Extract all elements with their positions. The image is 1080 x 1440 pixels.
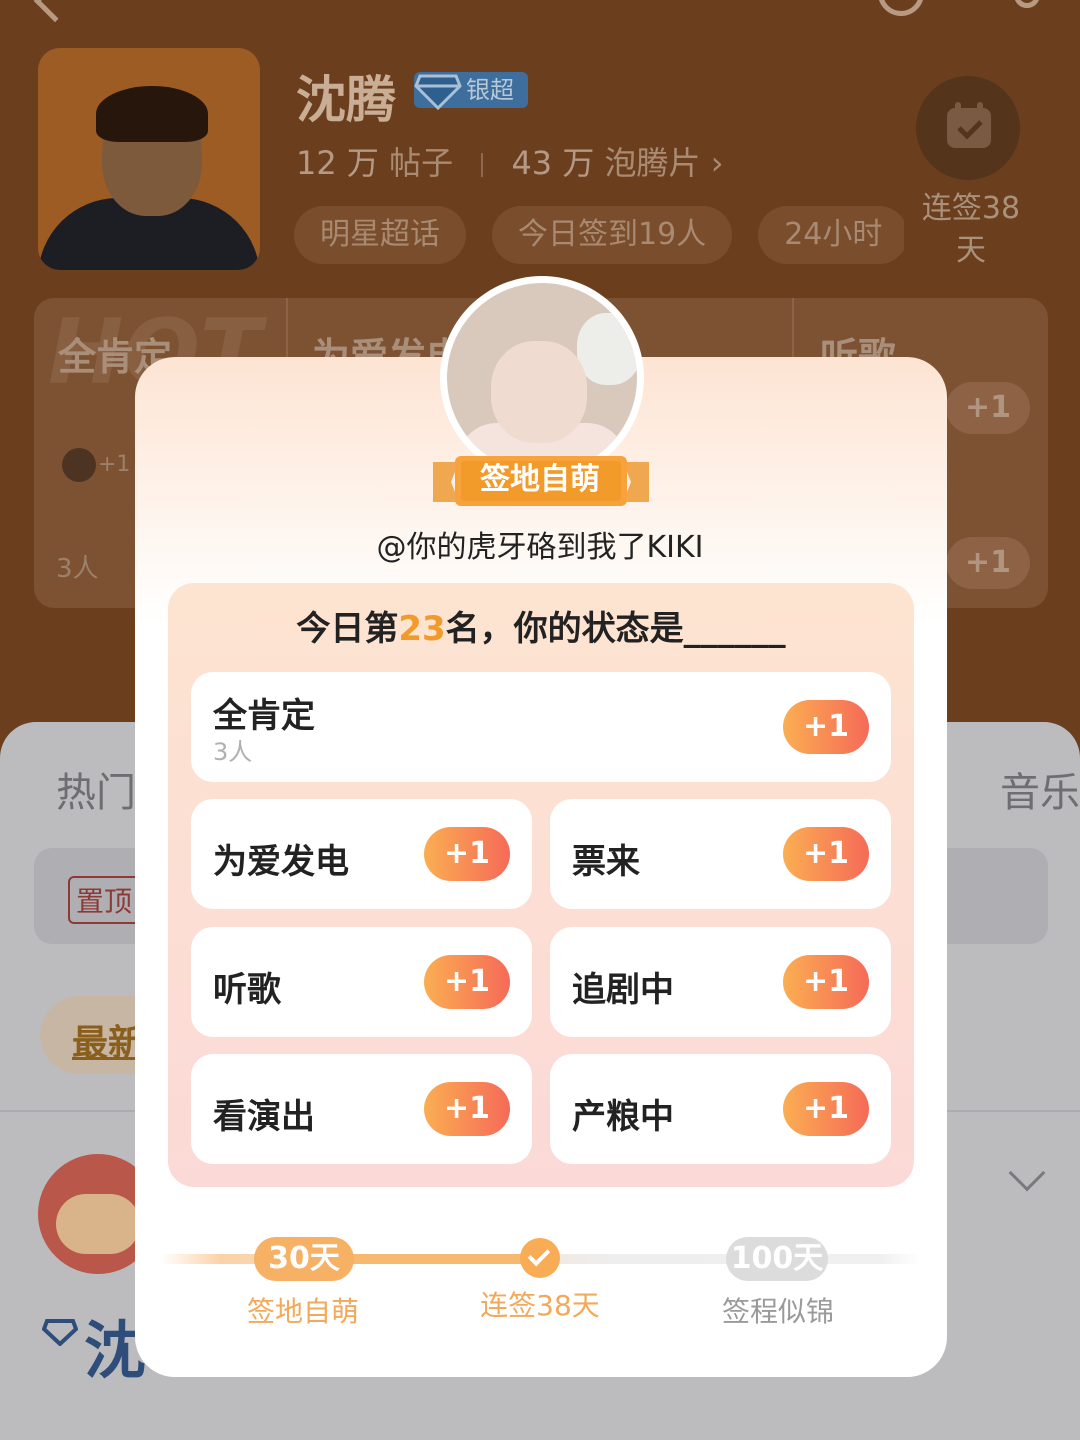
- plus-one-button[interactable]: +1: [783, 827, 869, 881]
- plus-one-button[interactable]: +1: [783, 955, 869, 1009]
- plus-one-button[interactable]: +1: [783, 1082, 869, 1136]
- strip-plus-button[interactable]: +1: [946, 537, 1030, 589]
- tab-hot[interactable]: 热门: [56, 760, 136, 818]
- strip-plus-button[interactable]: +1: [946, 382, 1030, 434]
- calendar-check-icon: [947, 102, 991, 148]
- today-rank: 23: [398, 609, 446, 649]
- mini-avatar: [62, 448, 96, 482]
- badge-label: 签地自萌: [480, 462, 600, 497]
- plus-one-button[interactable]: +1: [424, 1082, 510, 1136]
- star-avatar: [38, 48, 260, 270]
- tag-checkin-count[interactable]: 今日签到19人: [492, 206, 733, 264]
- mini-plus: +1: [98, 452, 131, 477]
- streak-label: 连签38天: [921, 191, 1021, 268]
- plus-one-button[interactable]: +1: [424, 955, 510, 1009]
- status-title: 今日第23名，你的状态是______: [296, 609, 786, 649]
- milestone-30-label: 签地自萌: [246, 1295, 359, 1328]
- plus-one-button[interactable]: +1: [424, 827, 510, 881]
- star-name: 沈腾: [296, 71, 396, 129]
- fans-link[interactable]: 泡腾片 ›: [605, 144, 724, 182]
- strip-count: 3人: [56, 554, 99, 584]
- milestone-100: 100天: [726, 1237, 828, 1281]
- option-label: 看演出: [213, 1097, 315, 1137]
- user-avatar: [447, 283, 637, 473]
- tag-24h[interactable]: 24小时: [758, 206, 904, 264]
- topic-tags: 明星超话 今日签到19人 24小时: [294, 206, 904, 266]
- milestone-100-label: 签程似锦: [721, 1295, 834, 1328]
- user-handle: @你的虎牙硌到我了KIKI: [376, 530, 704, 565]
- milestone-30: 30天: [254, 1237, 354, 1281]
- option-label: 为爱发电: [213, 842, 349, 882]
- option-label: 产粮中: [572, 1097, 674, 1137]
- latest-label: 最新: [72, 1023, 145, 1064]
- option-label: 全肯定: [213, 696, 315, 736]
- diamond-icon: [42, 1319, 78, 1346]
- option-label: 追剧中: [572, 970, 674, 1010]
- diamond-icon: [414, 74, 462, 110]
- tag-star-topic[interactable]: 明星超话: [294, 206, 466, 264]
- plus-one-button[interactable]: +1: [783, 700, 869, 754]
- option-count: 3人: [213, 738, 253, 766]
- option-label: 听歌: [213, 970, 281, 1010]
- topic-stats: 12 万 帖子 43 万 泡腾片 ›: [296, 144, 724, 182]
- current-streak-label: 连签38天: [480, 1289, 600, 1322]
- option-label: 票来: [572, 842, 640, 882]
- pin-tag: 置顶: [68, 876, 141, 924]
- tab-music[interactable]: 音乐: [1000, 760, 1080, 818]
